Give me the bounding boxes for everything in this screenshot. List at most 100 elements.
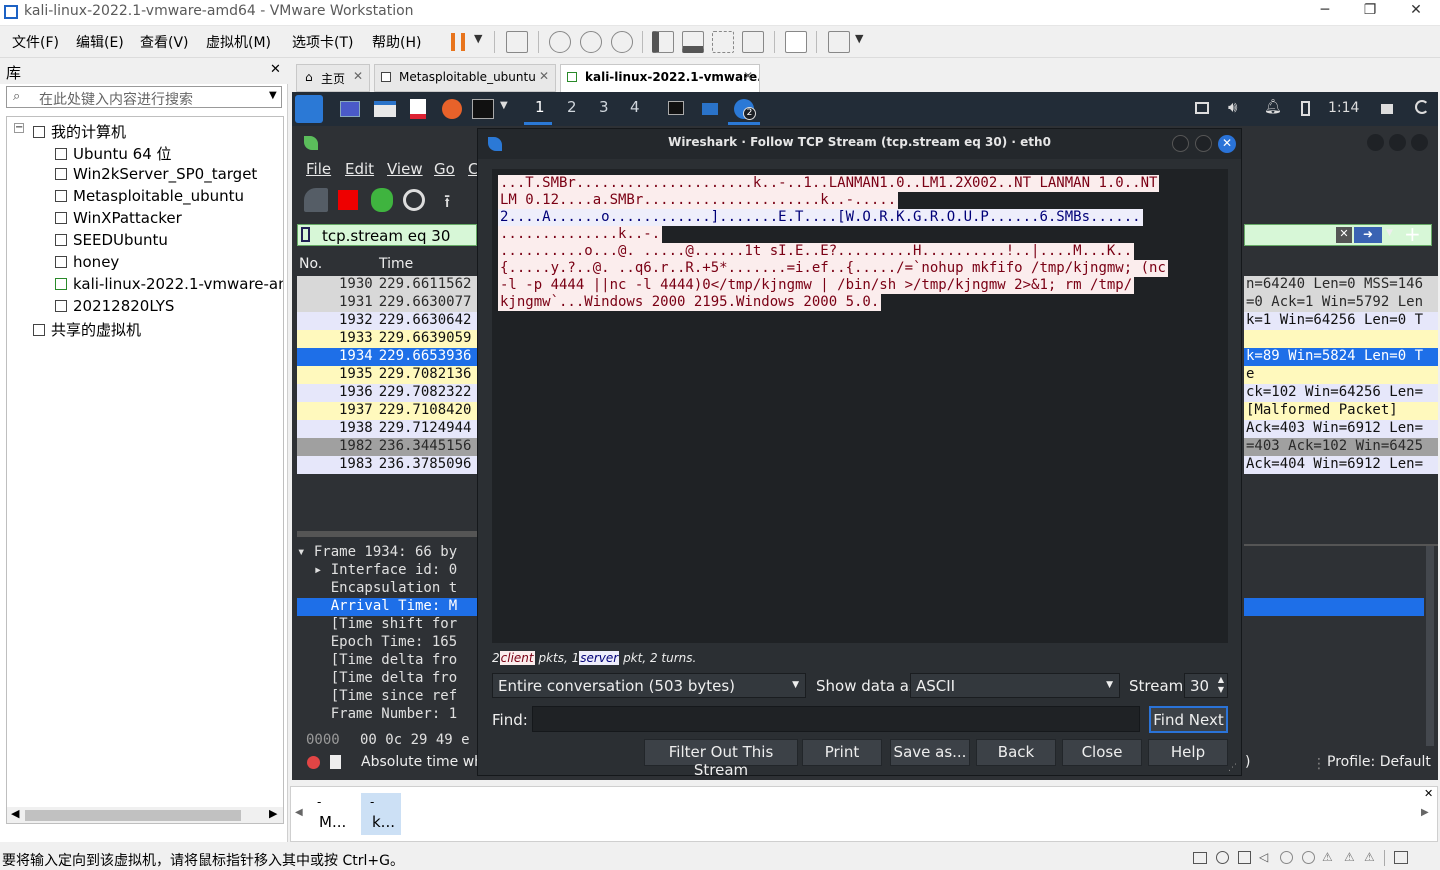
restart-capture-icon[interactable] [371,188,393,212]
packet-row-info[interactable] [1244,330,1438,348]
detail-row-selected-tail[interactable] [1244,598,1424,616]
ws-menu-go[interactable]: Go [434,160,455,178]
conversation-select[interactable]: Entire conversation (503 bytes) ▼ [492,673,806,698]
tab-kali[interactable]: kali-linux-2022.1-vmware... ✕ [560,64,760,92]
unity-icon[interactable] [742,31,764,53]
suspend-icon[interactable] [451,33,465,51]
ws-menu-view[interactable]: View [387,160,423,178]
packet-list-scrollbar[interactable] [297,531,477,537]
thumb-scroll-right-icon[interactable]: ▶ [1421,807,1429,818]
dialog-close-icon[interactable]: ✕ [1218,135,1236,153]
packet-row[interactable]: 1937 229.7108420 [297,402,477,420]
clock[interactable]: 1:14 [1328,100,1359,116]
lock-icon[interactable] [1381,104,1393,114]
packet-row-info[interactable]: =403 Ack=102 Win=6425 [1244,438,1438,456]
tab-home[interactable]: ⌂ 主页 ✕ [296,64,370,92]
device-network-icon[interactable] [1238,851,1251,864]
details-scrollbar[interactable] [1426,546,1434,746]
chevron-down-icon[interactable]: ▼ [855,32,863,45]
battery-icon[interactable] [1301,101,1310,116]
detail-row[interactable]: ▸ Interface id: 0 [297,562,477,580]
packet-row[interactable]: 1930 229.6611562 [297,276,477,294]
dialog-maximize-icon[interactable] [1195,135,1212,152]
detail-row[interactable]: Encapsulation t [297,580,477,598]
column-header-no[interactable]: No. [299,256,322,272]
capture-options-icon[interactable] [403,189,425,211]
tree-item-vm[interactable]: Ubuntu 64 位 [55,143,172,164]
detail-row[interactable]: ▾ Frame 1934: 66 by [297,544,477,562]
packet-row[interactable]: 1932 229.6630642 [297,312,477,330]
device-cd-icon[interactable] [1216,851,1229,864]
filter-bookmark-icon[interactable] [301,227,310,242]
tab-close-icon[interactable]: ✕ [353,69,363,83]
save-as-button[interactable]: Save as... [890,739,970,766]
thumb-scroll-left-icon[interactable]: ◀ [295,807,303,818]
taskbar-terminal-icon[interactable] [668,101,684,115]
restore-button[interactable]: ❐ [1350,2,1390,24]
ws-menu-file[interactable]: File [306,160,331,178]
terminal-icon[interactable] [472,99,494,119]
menu-edit[interactable]: 编辑(E) [76,32,124,52]
find-input[interactable] [532,706,1140,732]
kali-menu-icon[interactable] [295,95,323,123]
firefox-icon[interactable] [442,99,462,119]
close-window-button[interactable]: ✕ [1396,2,1436,24]
spinner-arrows-icon[interactable]: ▲ ▼ [1218,675,1224,695]
search-input[interactable]: 在此处键入内容进行搜索 [39,89,193,109]
close-button[interactable]: Close [1062,739,1142,766]
collapse-icon[interactable]: − [14,123,24,133]
thumbnail-bar-icon[interactable] [682,31,704,53]
device-printer-icon[interactable] [1302,851,1315,864]
library-search[interactable]: ⌕ 在此处键入内容进行搜索 ▼ [6,86,282,108]
resize-grip-icon[interactable]: ⋰ [1228,763,1237,773]
open-file-icon[interactable]: ⭱ [444,189,450,219]
chevron-down-icon[interactable]: ▼ [500,100,508,111]
print-button[interactable]: Print [802,739,882,766]
close-icon[interactable] [1411,134,1428,151]
detail-row[interactable]: [Time since ref [297,688,477,706]
clear-filter-icon[interactable]: ✕ [1336,227,1352,243]
taskbar-folder-icon[interactable] [702,103,718,115]
stream-content[interactable]: ...T.SMBr.....................k..-..1..L… [492,169,1228,643]
ws-menu-edit[interactable]: Edit [345,160,374,178]
packet-row[interactable]: 1938 229.7124944 [297,420,477,438]
tree-item-my-computer[interactable]: 我的计算机 [33,121,126,142]
detail-row[interactable]: Arrival Time: M [297,598,477,616]
tree-item-shared[interactable]: 共享的虚拟机 [33,319,141,340]
horizontal-scrollbar[interactable]: ◀ ▶ [7,807,283,823]
workspace-4[interactable]: 4 [630,98,640,116]
start-capture-icon[interactable] [304,188,328,212]
packet-row-info[interactable]: Ack=404 Win=6912 Len= [1244,456,1438,474]
chevron-down-icon[interactable]: ▼ [269,90,277,101]
packet-row-info[interactable]: k=1 Win=64256 Len=0 T [1244,312,1438,330]
workspace-2[interactable]: 2 [567,98,577,116]
tree-item-vm[interactable]: Win2kServer_SP0_target [55,165,257,183]
thumb-close-icon[interactable]: ✕ [1424,787,1433,800]
library-close-icon[interactable]: ✕ [270,62,281,77]
scroll-right-icon[interactable]: ▶ [269,807,277,820]
detail-row[interactable]: Frame Number: 1 [297,706,477,724]
device-camera-icon[interactable]: ⚠ [1344,850,1355,864]
packet-row-info[interactable]: =0 Ack=1 Win=5792 Len [1244,294,1438,312]
detail-row[interactable]: [Time shift for [297,616,477,634]
tab-metasploitable[interactable]: Metasploitable_ubuntu ✕ [374,64,556,92]
packet-row[interactable]: 1931 229.6630077 [297,294,477,312]
device-hdd-icon[interactable] [1193,852,1207,864]
snapshot-icon[interactable] [549,31,571,53]
tree-item-vm[interactable]: WinXPattacker [55,209,182,227]
show-data-select[interactable]: ASCII ▼ [910,673,1120,698]
help-button[interactable]: Help [1148,739,1228,766]
dialog-minimize-icon[interactable] [1172,135,1189,152]
scroll-left-icon[interactable]: ◀ [11,807,19,820]
files-icon[interactable] [374,101,396,117]
scrollbar-thumb[interactable] [25,810,241,821]
packet-row[interactable]: 1936 229.7082322 [297,384,477,402]
tree-item-vm[interactable]: SEEDUbuntu [55,231,168,249]
display-filter-input[interactable]: tcp.stream eq 30 [297,224,477,246]
message-log-icon[interactable] [1394,851,1408,864]
tree-item-vm[interactable]: honey [55,253,119,271]
detail-row[interactable]: [Time delta fro [297,652,477,670]
thumbnail-metasploitable[interactable]: - M... [313,793,353,835]
menu-help[interactable]: 帮助(H) [372,32,421,52]
logout-icon[interactable] [1415,100,1429,114]
